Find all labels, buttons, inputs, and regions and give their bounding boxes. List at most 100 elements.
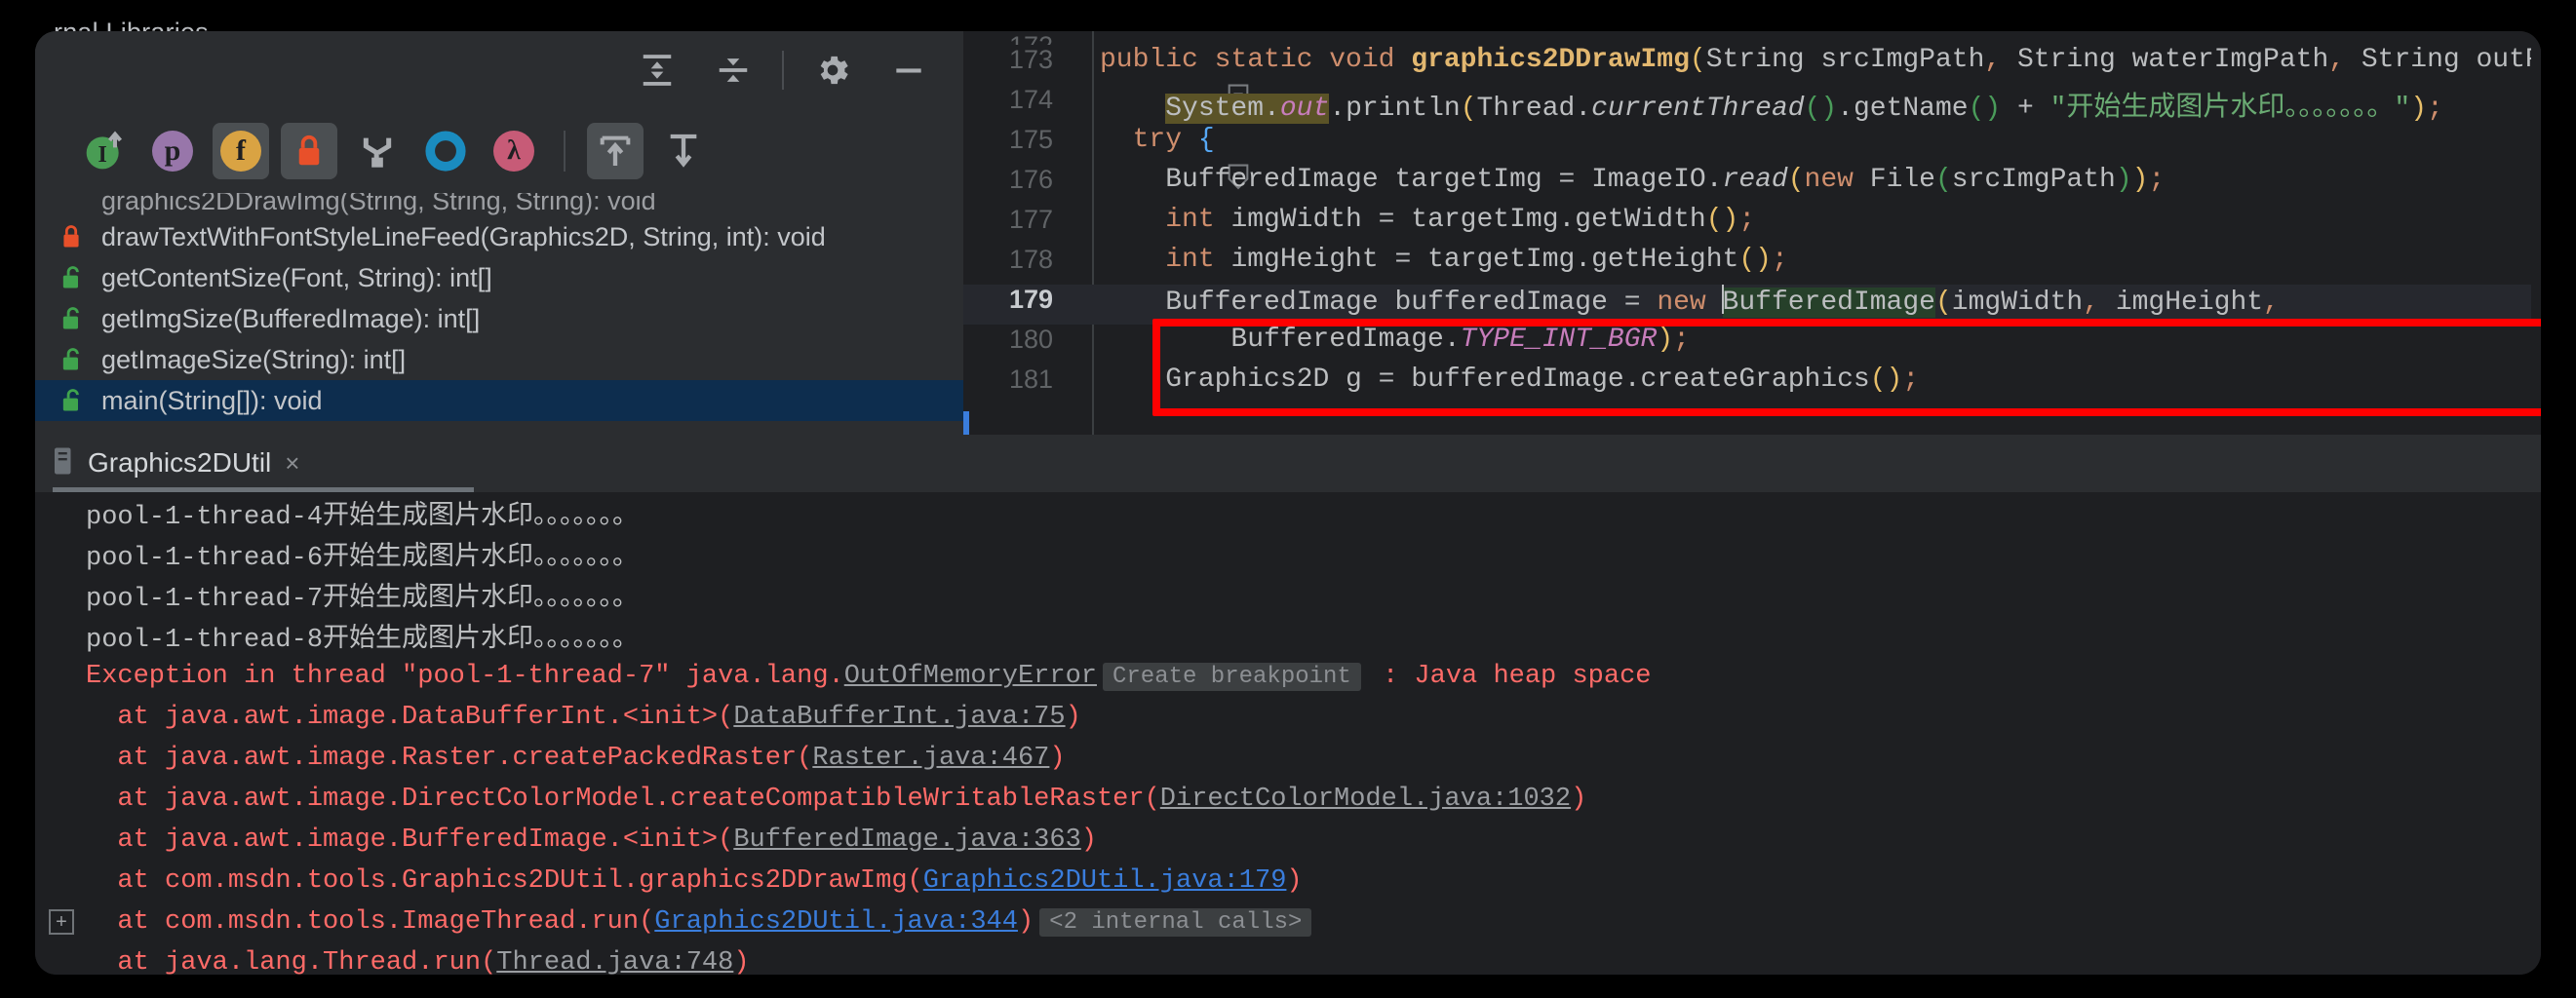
run-console-tabbar: Graphics2DUtil × <box>35 435 963 491</box>
frame-tail: ) <box>1080 825 1097 855</box>
code-line[interactable]: 180 BufferedImage.TYPE_INT_BGR); <box>963 325 2541 365</box>
frame-text: at java.awt.image.DataBufferInt.<init>( <box>86 703 734 732</box>
close-icon[interactable]: × <box>285 448 299 479</box>
frame-link[interactable]: Graphics2DUtil.java:344 <box>654 907 1018 937</box>
line-number: 176 <box>1008 165 1053 194</box>
list-item-selected[interactable]: main(String[]): void <box>35 380 963 421</box>
visibility-icon <box>59 193 84 216</box>
list-item[interactable]: getContentSize(Font, String): int[] <box>35 257 963 298</box>
code-text: int imgWidth = targetImg.getWidth(); <box>1165 205 1756 235</box>
console-tab-file-icon <box>53 446 74 480</box>
editor-scrollbar[interactable] <box>2531 31 2541 435</box>
expand-internal-calls-icon[interactable]: + <box>49 909 74 935</box>
code-line[interactable]: 176 BufferedImage targetImg = ImageIO.re… <box>963 165 2541 205</box>
settings-gear-icon[interactable] <box>805 43 860 97</box>
console-exception-line: Exception in thread "pool-1-thread-7" ja… <box>35 656 2541 697</box>
code-line[interactable]: 177 int imgWidth = targetImg.getWidth(); <box>963 205 2541 245</box>
code-line[interactable]: 175 try { <box>963 125 2541 190</box>
method-label: main(String[]): void <box>101 385 323 415</box>
show-lambdas-icon[interactable]: λ <box>486 123 542 179</box>
internal-calls-hint[interactable]: <2 internal calls> <box>1039 907 1312 937</box>
list-item[interactable]: graphics2DDrawImg(String, String, String… <box>35 193 963 216</box>
structure-filter-toolbar: I p f λ <box>35 109 963 193</box>
create-breakpoint-hint[interactable]: Create breakpoint <box>1102 662 1361 691</box>
frame-tail: ) <box>1571 785 1587 814</box>
code-line-current[interactable]: 179 BufferedImage bufferedImage = new Bu… <box>963 285 2541 325</box>
list-item[interactable]: getImgSize(BufferedImage): int[] <box>35 298 963 339</box>
sort-by-hierarchy-icon[interactable] <box>349 123 406 179</box>
code-text: int imgHeight = targetImg.getHeight(); <box>1165 245 1788 275</box>
frame-tail: ) <box>1017 907 1034 937</box>
code-line[interactable]: 181 Graphics2D g = bufferedImage.createG… <box>963 365 2541 404</box>
method-label: getImageSize(String): int[] <box>101 344 407 374</box>
list-item[interactable]: drawTextWithFontStyleLineFeed(Graphics2D… <box>35 216 963 257</box>
frame-tail: ) <box>1049 744 1066 773</box>
show-anonymous-icon[interactable] <box>417 123 474 179</box>
method-label: drawTextWithFontStyleLineFeed(Graphics2D… <box>101 221 826 251</box>
console-text: pool-1-thread-4开始生成图片水印。。。。。。。 <box>86 503 640 532</box>
show-non-public-icon[interactable] <box>281 123 337 179</box>
frame-text: at com.msdn.tools.ImageThread.run( <box>86 907 655 937</box>
line-number: 181 <box>1008 365 1053 394</box>
console-output[interactable]: pool-1-thread-4开始生成图片水印。。。。。。。 pool-1-th… <box>35 492 2541 975</box>
frame-link[interactable]: BufferedImage.java:363 <box>733 825 1080 855</box>
show-inherited-icon[interactable]: I <box>76 123 133 179</box>
stack-frame: + at com.msdn.tools.ImageThread.run(Grap… <box>35 902 2541 942</box>
method-label: getContentSize(Font, String): int[] <box>101 262 492 292</box>
frame-link[interactable]: Thread.java:748 <box>496 948 733 975</box>
editor-left-marker <box>963 411 969 435</box>
frame-link[interactable]: DirectColorModel.java:1032 <box>1160 785 1571 814</box>
line-number: 173 <box>1008 45 1053 74</box>
structure-method-list: graphics2DDrawImg(String, String, String… <box>35 193 963 435</box>
frame-tail: ) <box>1065 703 1081 732</box>
line-number: 175 <box>1008 125 1053 154</box>
public-unlock-icon <box>59 346 84 373</box>
console-text: pool-1-thread-6开始生成图片水印。。。。。。。 <box>86 544 640 573</box>
line-number: 180 <box>1008 325 1053 354</box>
autoscroll-to-source-icon[interactable] <box>655 123 712 179</box>
expand-all-icon[interactable] <box>630 43 684 97</box>
public-unlock-icon <box>59 264 84 291</box>
show-fields-icon[interactable]: f <box>213 123 269 179</box>
line-number: 177 <box>1008 205 1053 234</box>
exception-class-link[interactable]: OutOfMemoryError <box>844 662 1097 691</box>
code-text: Graphics2D g = bufferedImage.createGraph… <box>1165 365 1920 395</box>
collapse-all-icon[interactable] <box>706 43 761 97</box>
console-line: pool-1-thread-8开始生成图片水印。。。。。。。 <box>35 615 2541 656</box>
code-text: BufferedImage.TYPE_INT_BGR); <box>1230 325 1690 355</box>
svg-text:I: I <box>98 142 107 168</box>
structure-tool-window: I p f λ graphics2DDrawImg(String, String… <box>35 31 963 435</box>
line-number: 179 <box>1008 285 1053 314</box>
autoscroll-from-source-icon[interactable] <box>587 123 644 179</box>
stack-frame: at java.awt.image.Raster.createPackedRas… <box>35 738 2541 779</box>
minimize-icon[interactable] <box>881 43 936 97</box>
ide-window: I p f λ graphics2DDrawImg(String, String… <box>35 31 2541 975</box>
fold-collapse-icon[interactable] <box>1063 54 1249 110</box>
private-lock-icon <box>59 223 84 250</box>
fold-collapse-icon[interactable] <box>1063 134 1249 190</box>
frame-text: at java.awt.image.Raster.createPackedRas… <box>86 744 813 773</box>
stack-frame: at java.lang.Thread.run(Thread.java:748) <box>35 942 2541 975</box>
console-tab-title[interactable]: Graphics2DUtil <box>88 447 271 479</box>
list-item[interactable]: getImageSize(String): int[] <box>35 339 963 380</box>
method-label: graphics2DDrawImg(String, String, String… <box>101 193 656 215</box>
console-line: pool-1-thread-6开始生成图片水印。。。。。。。 <box>35 533 2541 574</box>
structure-toolbar <box>35 31 963 109</box>
toolbar-divider <box>782 51 784 90</box>
line-number: 178 <box>1008 245 1053 274</box>
frame-link[interactable]: DataBufferInt.java:75 <box>733 703 1065 732</box>
frame-tail: ) <box>733 948 750 975</box>
frame-link[interactable]: Raster.java:467 <box>812 744 1049 773</box>
code-line: 172 <box>963 31 2541 45</box>
code-line[interactable]: 173 public static void graphics2DDrawImg… <box>963 45 2541 110</box>
frame-tail: ) <box>1286 866 1303 896</box>
code-editor[interactable]: 172 173 public static void graphics2DDra… <box>963 31 2541 435</box>
code-line[interactable]: 178 int imgHeight = targetImg.getHeight(… <box>963 245 2541 285</box>
frame-link[interactable]: Graphics2DUtil.java:179 <box>923 866 1287 896</box>
frame-text: at java.awt.image.DirectColorModel.creat… <box>86 785 1160 814</box>
code-text: BufferedImage targetImg = ImageIO.read(n… <box>1165 165 2166 195</box>
console-text: pool-1-thread-7开始生成图片水印。。。。。。。 <box>86 585 640 614</box>
code-line[interactable]: 174 System.out.println(Thread.currentThr… <box>963 85 2541 125</box>
code-text: public static void graphics2DDrawImg(Str… <box>1100 45 2541 75</box>
show-properties-icon[interactable]: p <box>144 123 201 179</box>
